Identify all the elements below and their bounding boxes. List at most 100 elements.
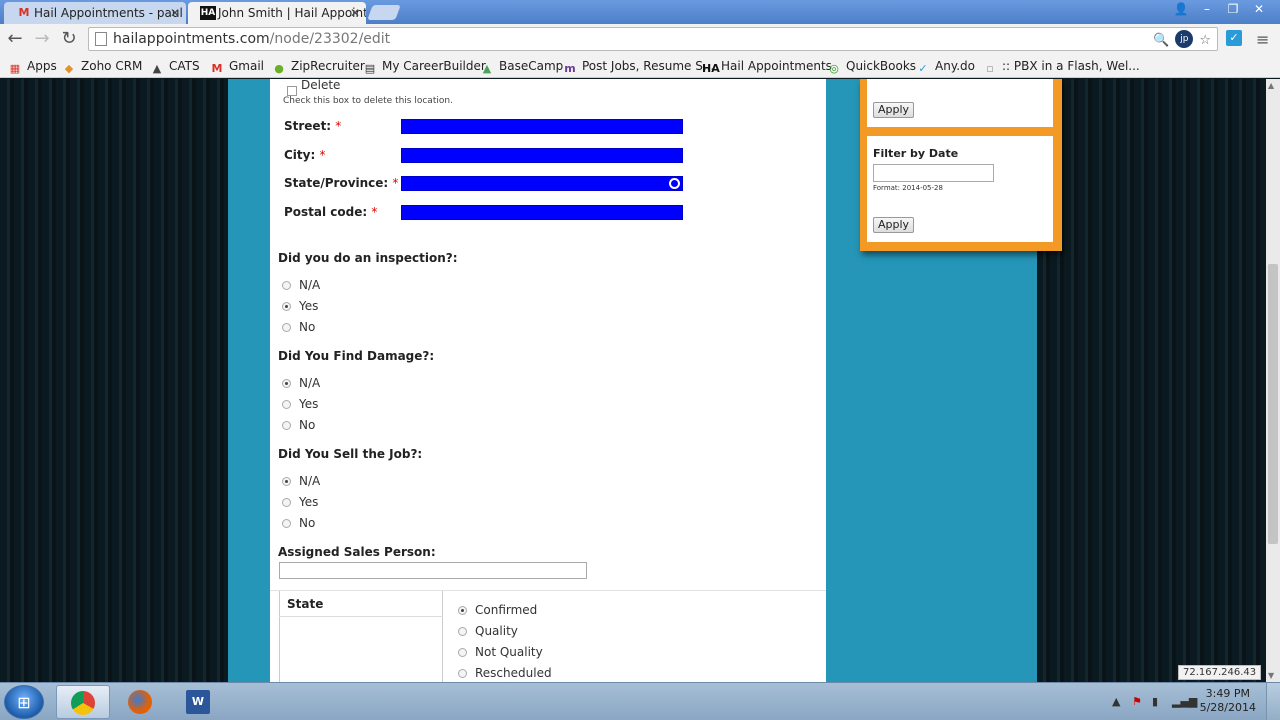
sold-option[interactable]: Yes	[282, 495, 318, 509]
url-domain: hailappointments.com	[113, 31, 270, 47]
page-scrollbar[interactable]: ▲ ▼	[1266, 79, 1280, 682]
bookmark-item[interactable]: ▫:: PBX in a Flash, Wel...	[983, 58, 1140, 76]
bookmark-item[interactable]: ◆ Zoho CRM	[62, 58, 143, 76]
reload-icon[interactable]: ↻	[59, 29, 79, 49]
taskbar-word[interactable]: W	[172, 685, 226, 719]
inspection-option[interactable]: Yes	[282, 299, 318, 313]
clock-time: 3:49 PM	[1205, 687, 1250, 700]
sold-option[interactable]: N/A	[282, 474, 320, 488]
pbx-icon: ▫	[986, 62, 994, 75]
close-icon[interactable]: ✕	[170, 2, 180, 24]
radio-label: Yes	[299, 495, 319, 509]
bookmark-label: :: PBX in a Flash, Wel...	[1002, 59, 1140, 73]
bookmark-item[interactable]: ▦ Apps	[8, 58, 57, 76]
state-option[interactable]: Not Quality	[458, 645, 543, 659]
sales-person-input[interactable]	[279, 562, 587, 579]
search-icon[interactable]: 🔍	[1153, 30, 1169, 52]
bookmark-item[interactable]: ▤ My CareerBuilder	[363, 58, 486, 76]
radio-button[interactable]	[458, 669, 467, 678]
tab-gmail[interactable]: M Hail Appointments - paul ✕	[4, 2, 186, 24]
star-icon[interactable]: ☆	[1199, 30, 1211, 52]
radio-label: N/A	[299, 474, 321, 488]
state-option[interactable]: Quality	[458, 624, 518, 638]
radio-button[interactable]	[282, 379, 291, 388]
radio-button[interactable]	[282, 400, 291, 409]
bookmark-item[interactable]: M Gmail	[210, 58, 265, 76]
radio-label: Not Quality	[475, 645, 543, 659]
radio-button[interactable]	[282, 477, 291, 486]
bookmark-item[interactable]: ✓ Any.do	[916, 58, 975, 76]
menu-icon[interactable]: ≡	[1256, 30, 1269, 49]
bookmarks-bar: ▦ Apps ◆ Zoho CRM ▲ CATS M Gmail ● ZipRecruiter ▤ M…	[0, 54, 1280, 78]
select-knob-icon	[669, 178, 680, 189]
tab-strip: M Hail Appointments - paul ✕ HA John Smi…	[0, 0, 1280, 24]
radio-button[interactable]	[282, 323, 291, 332]
new-tab-button[interactable]	[367, 5, 401, 20]
inspection-option[interactable]: N/A	[282, 278, 320, 292]
address-bar[interactable]: hailappointments.com/node/23302/edit 🔍 j…	[88, 27, 1218, 51]
bookmark-item[interactable]: m Post Jobs, Resume S...	[563, 58, 714, 76]
street-label: Street: *	[284, 119, 342, 133]
postal-code-field[interactable]	[401, 205, 683, 220]
inspection-option[interactable]: No	[282, 320, 315, 334]
street-field[interactable]	[401, 119, 683, 134]
bookmark-item[interactable]: ◎ QuickBooks	[827, 58, 916, 76]
radio-button[interactable]	[458, 606, 467, 615]
bookmark-item[interactable]: ▲ CATS	[150, 58, 200, 76]
radio-label: Yes	[299, 299, 319, 313]
damage-option[interactable]: No	[282, 418, 315, 432]
tab-john-smith[interactable]: HA John Smith | Hail Appoint ✕	[188, 2, 366, 24]
profile-icon[interactable]: 👤	[1168, 0, 1194, 20]
state-province-select[interactable]	[401, 176, 683, 191]
jp-extension-icon[interactable]: jp	[1175, 30, 1194, 48]
gmail-icon: M	[18, 6, 30, 19]
apply-date-button[interactable]: Apply	[873, 217, 915, 233]
scroll-up-icon[interactable]: ▲	[1268, 81, 1274, 90]
forward-icon[interactable]: →	[32, 29, 52, 49]
power-icon[interactable]: ▮	[1152, 695, 1158, 708]
state-option[interactable]: Rescheduled	[458, 666, 552, 680]
state-option[interactable]: Confirmed	[458, 603, 537, 617]
taskbar-firefox[interactable]	[114, 685, 168, 719]
bookmark-item[interactable]: HAHail Appointments	[702, 58, 832, 76]
sold-option[interactable]: No	[282, 516, 315, 530]
scroll-down-icon[interactable]: ▼	[1268, 671, 1274, 680]
bookmark-item[interactable]: ▲ BaseCamp	[480, 58, 564, 76]
bookmark-item[interactable]: ● ZipRecruiter	[272, 58, 365, 76]
filter-date-title: Filter by Date	[873, 147, 959, 160]
radio-button[interactable]	[458, 648, 467, 657]
radio-button[interactable]	[282, 421, 291, 430]
radio-label: Quality	[475, 624, 518, 638]
clock[interactable]: 3:49 PM 5/28/2014	[1200, 687, 1256, 715]
scrollbar-thumb[interactable]	[1268, 264, 1278, 544]
radio-button[interactable]	[282, 281, 291, 290]
taskbar-chrome[interactable]	[56, 685, 110, 719]
city-field[interactable]	[401, 148, 683, 163]
minimize-icon[interactable]: –	[1194, 0, 1220, 20]
bookmark-label: BaseCamp	[499, 59, 564, 73]
damage-option[interactable]: N/A	[282, 376, 320, 390]
delete-label: Delete	[301, 78, 341, 92]
start-button[interactable]: ⊞	[4, 685, 44, 719]
apply-button[interactable]: Apply	[873, 102, 915, 118]
radio-button[interactable]	[282, 519, 291, 528]
damage-option[interactable]: Yes	[282, 397, 318, 411]
radio-button[interactable]	[282, 302, 291, 311]
anydo-icon: ✓	[918, 62, 928, 75]
anydo-extension-icon[interactable]: ✓	[1226, 30, 1242, 46]
tray-arrow-icon[interactable]: ▲	[1112, 695, 1120, 708]
action-center-icon[interactable]: ⚑	[1132, 695, 1142, 708]
basecamp-icon: ▲	[482, 62, 492, 75]
radio-button[interactable]	[282, 498, 291, 507]
back-icon[interactable]: ←	[5, 29, 25, 49]
radio-label: Confirmed	[475, 603, 538, 617]
radio-label: No	[299, 516, 316, 530]
show-desktop-button[interactable]	[1266, 683, 1280, 720]
close-icon[interactable]: ✕	[350, 2, 360, 24]
filter-date-input[interactable]	[873, 164, 994, 182]
radio-button[interactable]	[458, 627, 467, 636]
maximize-icon[interactable]: ❐	[1220, 0, 1246, 20]
bookmark-label: ZipRecruiter	[291, 59, 365, 73]
close-window-icon[interactable]: ✕	[1246, 0, 1272, 20]
signal-icon[interactable]: ▂▄▆	[1172, 695, 1197, 708]
